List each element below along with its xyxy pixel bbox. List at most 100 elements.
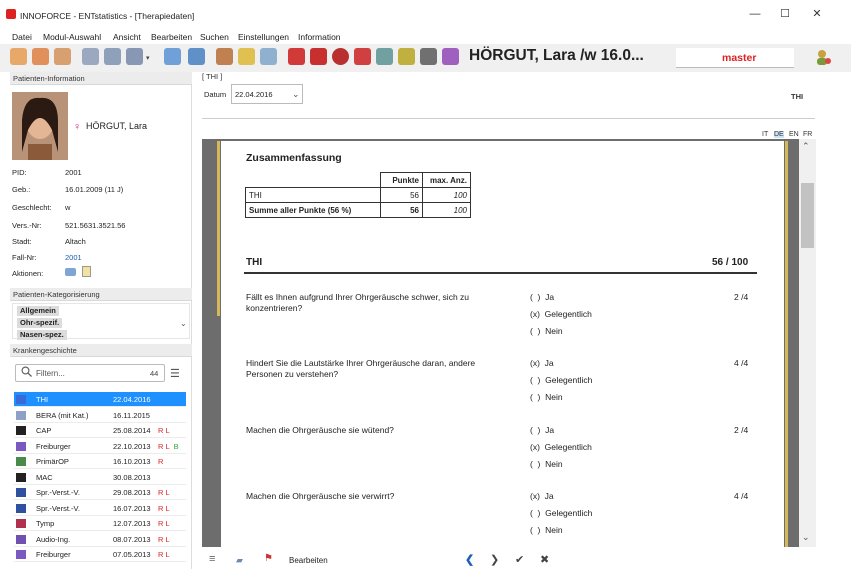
city-value: Altach xyxy=(65,237,86,246)
answer-option[interactable]: ( ) Nein xyxy=(530,459,563,469)
edit-button[interactable]: Bearbeiten xyxy=(289,556,328,565)
scrollbar-thumb[interactable] xyxy=(801,183,814,248)
chevron-down-icon[interactable]: ⌄ xyxy=(180,319,187,328)
card-reader-icon[interactable] xyxy=(164,48,181,65)
menu-icon[interactable]: ☰ xyxy=(170,367,180,380)
history-header: Krankengeschichte xyxy=(10,344,192,357)
history-date: 22.10.2013 xyxy=(113,441,151,451)
history-row[interactable]: MAC 30.08.2013 xyxy=(14,470,186,485)
menu-icon[interactable]: ≡ xyxy=(209,553,215,565)
menu-modul-auswahl[interactable]: Modul-Auswahl xyxy=(43,32,101,42)
doctor-icon[interactable] xyxy=(216,48,233,65)
close-button[interactable]: ✕ xyxy=(806,6,828,22)
chevron-down-icon[interactable]: ⌄ xyxy=(802,532,810,543)
menu-datei[interactable]: Datei xyxy=(12,32,32,42)
answer-option[interactable]: (x) Gelegentlich xyxy=(530,442,592,452)
report-icon[interactable] xyxy=(288,48,305,65)
chevron-up-icon[interactable]: ⌃ xyxy=(802,141,810,152)
card-action-icon[interactable] xyxy=(65,268,76,276)
patient-search-icon[interactable] xyxy=(82,48,99,65)
user-icon[interactable] xyxy=(814,48,832,66)
answer-option[interactable]: ( ) Nein xyxy=(530,525,563,535)
table-cell: 100 xyxy=(422,202,471,218)
confirm-icon[interactable]: ✔ xyxy=(515,553,524,566)
history-row[interactable]: PrimärOP 16.10.2013 R xyxy=(14,454,186,469)
card-export-icon[interactable] xyxy=(188,48,205,65)
menu-einstellungen[interactable]: Einstellungen xyxy=(238,32,289,42)
history-row[interactable]: Spr.-Verst.-V. 16.07.2013 R L xyxy=(14,501,186,516)
filter-icon[interactable] xyxy=(310,48,327,65)
settings-icon[interactable] xyxy=(376,48,393,65)
dropdown-arrow-icon[interactable]: ▾ xyxy=(146,54,150,62)
search-icon xyxy=(21,366,32,379)
table-icon[interactable] xyxy=(238,48,255,65)
throat-icon[interactable] xyxy=(54,48,71,65)
card-icon[interactable]: ▰ xyxy=(236,555,243,566)
history-row[interactable]: Tymp 12.07.2013 R L xyxy=(14,516,186,531)
clipboard-icon[interactable] xyxy=(260,48,277,65)
pdf-icon[interactable]: ⚑ xyxy=(264,553,273,564)
patient-info-header: Patienten-Information xyxy=(10,72,192,85)
lang-de[interactable]: DE xyxy=(774,131,784,138)
history-row[interactable]: Freiburger 07.05.2013 R L xyxy=(14,547,186,562)
answer-option[interactable]: (x) Ja xyxy=(530,358,554,368)
calendar-icon[interactable] xyxy=(354,48,371,65)
freiburger-icon xyxy=(16,441,26,451)
history-row[interactable]: Freiburger 22.10.2013 R LB xyxy=(14,439,186,454)
op-icon xyxy=(16,457,26,466)
answer-option[interactable]: ( ) Ja xyxy=(530,292,554,302)
lang-it[interactable]: IT xyxy=(762,131,768,138)
menu-information[interactable]: Information xyxy=(298,32,341,42)
field-label: Geschlecht: xyxy=(12,203,52,212)
ear-icon[interactable] xyxy=(10,48,27,65)
tab-thi[interactable]: [ THI ] xyxy=(202,72,222,81)
table-cell xyxy=(246,173,381,188)
history-row[interactable]: THI 22.04.2016 xyxy=(14,392,186,407)
target-icon[interactable] xyxy=(332,48,349,65)
cancel-icon[interactable]: ✖ xyxy=(540,553,549,566)
previous-icon[interactable]: ❮ xyxy=(465,553,474,566)
answer-option[interactable]: ( ) Ja xyxy=(530,425,554,435)
ear-info-icon[interactable] xyxy=(442,48,459,65)
answer-option[interactable]: (x) Gelegentlich xyxy=(530,309,592,319)
answer-option[interactable]: ( ) Nein xyxy=(530,326,563,336)
menu-suchen[interactable]: Suchen xyxy=(200,32,229,42)
lang-fr[interactable]: FR xyxy=(803,131,812,138)
history-row[interactable]: Audio-Ing. 08.07.2013 R L xyxy=(14,532,186,547)
star-icon[interactable] xyxy=(398,48,415,65)
help-icon[interactable] xyxy=(420,48,437,65)
page-marker xyxy=(785,141,788,547)
category-item[interactable]: Nasen-spez. xyxy=(17,330,67,340)
answer-option[interactable]: (x) Ja xyxy=(530,491,554,501)
freiburger-icon xyxy=(16,550,26,559)
gender-value: w xyxy=(65,203,71,212)
menu-ansicht[interactable]: Ansicht xyxy=(113,32,141,42)
answer-option[interactable]: ( ) Gelegentlich xyxy=(530,508,592,518)
lang-en[interactable]: EN xyxy=(789,131,799,138)
answer-option[interactable]: ( ) Nein xyxy=(530,392,563,402)
case-number-link[interactable]: 2001 xyxy=(65,253,82,262)
window-title: INNOFORCE - ENTstatistics - [Therapiedat… xyxy=(20,11,195,21)
history-row[interactable]: Spr.-Verst.-V. 29.08.2013 R L xyxy=(14,485,186,500)
category-item[interactable]: Ohr-spezif. xyxy=(17,318,63,328)
category-item[interactable]: Allgemein xyxy=(17,306,59,316)
note-action-icon[interactable] xyxy=(82,266,91,277)
history-row[interactable]: CAP 25.08.2014 R L xyxy=(14,423,186,438)
history-date: 12.07.2013 xyxy=(113,519,151,528)
history-date: 22.04.2016 xyxy=(113,395,151,404)
history-date: 08.07.2013 xyxy=(113,534,151,544)
maximize-button[interactable]: ☐ xyxy=(774,6,796,22)
section-title: THI xyxy=(246,257,263,268)
minimize-button[interactable]: — xyxy=(744,6,766,22)
answer-option[interactable]: ( ) Gelegentlich xyxy=(530,375,592,385)
filter-count: 44 xyxy=(150,369,159,378)
patient-photo xyxy=(12,92,68,160)
nose-icon[interactable] xyxy=(32,48,49,65)
menu-bearbeiten[interactable]: Bearbeiten xyxy=(151,32,192,42)
next-icon[interactable]: ❯ xyxy=(490,553,499,566)
patient-list-icon[interactable] xyxy=(126,48,143,65)
history-name: Freiburger xyxy=(36,550,71,559)
chevron-down-icon[interactable]: ⌄ xyxy=(292,89,300,100)
patient-add-icon[interactable] xyxy=(104,48,121,65)
history-row[interactable]: BERA (mit Kat.) 16.11.2015 xyxy=(14,408,186,423)
